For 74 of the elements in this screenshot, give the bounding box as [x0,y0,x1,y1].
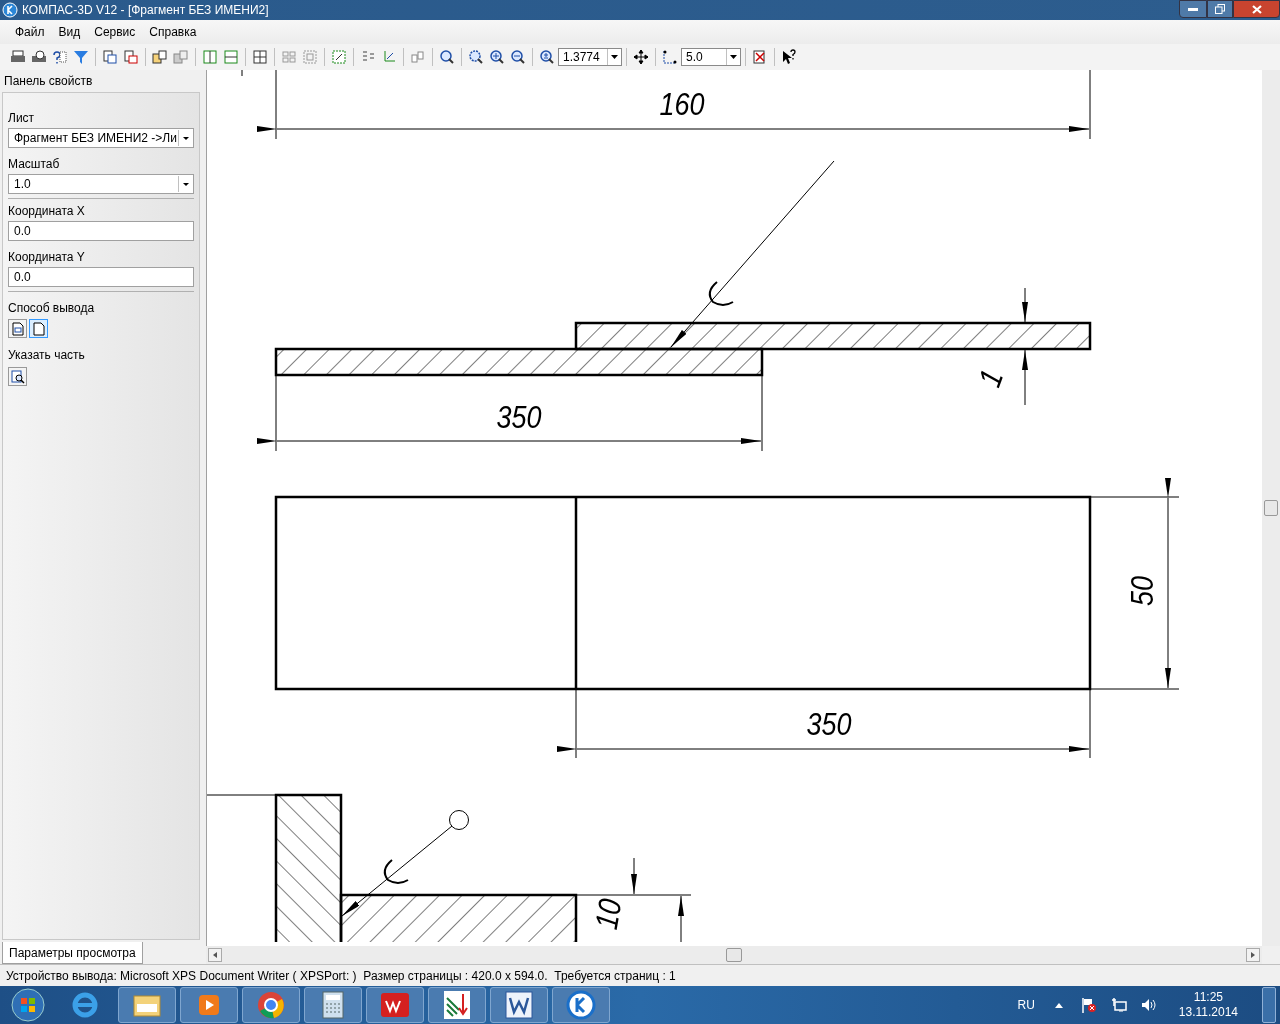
app-logo-icon [2,2,18,18]
menu-item[interactable]: Вид [53,23,86,41]
caret-icon [182,182,189,186]
dimension-text: 160 [659,86,713,122]
language-indicator[interactable]: RU [1017,996,1035,1014]
app-icon [443,990,471,1020]
close-button[interactable] [1233,0,1280,18]
dimension-text: 350 [806,706,860,742]
dimension-text: 1 [971,362,1012,392]
weld-symbol [708,281,734,306]
clock[interactable]: 11:25 13.11.2014 [1178,990,1238,1020]
network-icon[interactable] [1110,997,1127,1013]
chrome-icon [257,991,285,1019]
app-taskbar-button[interactable] [428,987,486,1023]
field-label: Способ вывода [8,301,96,315]
vertical-scrollbar[interactable] [1262,70,1280,946]
step-combobox[interactable]: 5.0 [681,48,741,66]
kompas-taskbar-button[interactable] [552,987,610,1023]
kompas-icon [566,990,596,1020]
folder-icon [132,992,162,1018]
field-label: Координата Y [8,250,86,264]
scroll-right-icon[interactable] [1246,948,1260,962]
move-icon[interactable] [631,47,651,67]
restore-icon [1215,4,1225,14]
cad-app-icon [380,991,410,1019]
horizontal-scrollbar[interactable] [206,946,1262,964]
panel-title: Панель свойств [4,73,93,90]
dropdown-field[interactable]: 1.0 [8,174,194,194]
cad-app-taskbar-button[interactable] [366,987,424,1023]
window-title: КОМПАС-3D V12 - [Фрагмент БЕЗ ИМЕНИ2] [22,2,269,19]
show-hidden-icons-icon[interactable] [1054,1002,1063,1008]
field-label: Координата X [8,204,86,218]
speaker-icon[interactable] [1140,997,1157,1013]
menu-item[interactable]: Сервис [89,23,141,41]
input-field[interactable]: 0.0 [8,221,194,241]
flag-icon[interactable] [1080,997,1097,1013]
caret-icon [182,136,189,140]
dimension-text: 50 [1124,570,1160,606]
chrome-taskbar-button[interactable] [242,987,300,1023]
zoom-combobox[interactable]: 1.3774 [558,48,622,66]
menu-item[interactable]: Справка [144,23,202,41]
scrollbar-thumb[interactable] [726,948,742,962]
calculator-taskbar-button[interactable] [304,987,362,1023]
output-mode-button[interactable] [29,319,48,338]
panel-tab[interactable]: Параметры просмотра [2,942,143,964]
word-icon [505,991,533,1019]
scrollbar-thumb[interactable] [1264,500,1278,516]
weld-symbol [383,859,409,884]
browser-icon [70,990,100,1020]
media-player-icon [197,993,221,1017]
restore-button[interactable] [1207,0,1233,18]
drawing-canvas[interactable]: 160 1 350 50 350 10 [206,70,1262,946]
status-bar-text: Устройство вывода: Microsoft XPS Document Writer ( XPSPort: ) Размер страницы : 420.0 x 594.0. Требуется страниц : 1 [6,967,676,985]
minimize-button[interactable] [1179,0,1207,18]
field-label: Указать часть [8,348,86,362]
output-mode-button[interactable] [8,319,27,338]
dimension-text: 350 [496,399,550,435]
input-field[interactable]: 0.0 [8,267,194,287]
calculator-icon [322,991,344,1019]
close-icon [1251,4,1262,14]
dimension-text: 10 [587,890,630,932]
select-part-button[interactable] [8,367,27,386]
caret-icon [611,55,618,59]
dropdown-field[interactable]: Фрагмент БЕЗ ИМЕНИ2 ->Ли [8,128,194,148]
field-label: Масштаб [8,157,61,171]
field-label: Лист [8,111,36,125]
minimize-icon [1188,7,1198,11]
caret-icon [730,55,737,59]
grid-icon[interactable] [250,47,270,67]
word-taskbar-button[interactable] [490,987,548,1023]
copy-icon[interactable] [150,47,170,67]
folder-taskbar-button[interactable] [118,987,176,1023]
scroll-left-icon[interactable] [208,948,222,962]
menu-item[interactable]: Файл [10,23,50,41]
